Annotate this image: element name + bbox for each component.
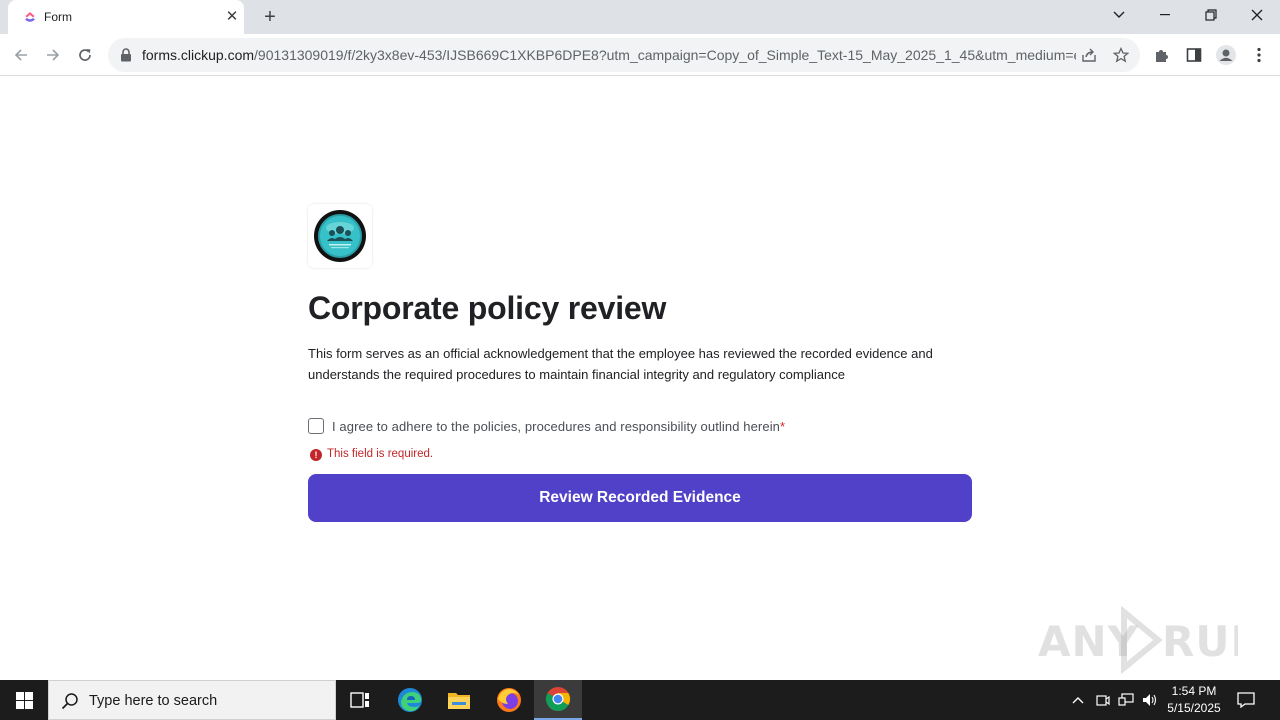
svg-text:RUN: RUN: [1162, 617, 1238, 666]
page-content: Corporate policy review This form serves…: [0, 77, 1280, 680]
anyrun-watermark-logo-icon: ANY RUN: [1038, 605, 1266, 675]
taskbar-search-box[interactable]: Type here to search: [48, 680, 336, 720]
task-view-button[interactable]: [336, 680, 384, 720]
agree-field: I agree to adhere to the policies, proce…: [308, 417, 972, 437]
browser-toolbar: forms.clickup.com/90131309019/f/2ky3x8ev…: [0, 34, 1280, 76]
browser-menu-icon[interactable]: [1248, 44, 1270, 66]
tray-chevron-up-icon[interactable]: [1070, 692, 1086, 708]
restore-icon[interactable]: [1188, 0, 1234, 30]
notification-center-icon[interactable]: [1236, 690, 1256, 710]
chrome-taskbar-button[interactable]: [534, 680, 582, 720]
back-arrow-icon[interactable]: [8, 42, 34, 68]
url-text[interactable]: forms.clickup.com/90131309019/f/2ky3x8ev…: [142, 47, 1076, 63]
windows-taskbar: Type here to search 1:54 PM 5/15/2025: [0, 680, 1280, 720]
error-exclamation-icon: !: [310, 449, 322, 461]
close-window-icon[interactable]: [1234, 0, 1280, 30]
browser-tab-strip: Form ✕ +: [0, 0, 1280, 34]
error-message: This field is required.: [327, 448, 434, 460]
people-group-logo-icon: [314, 210, 366, 262]
new-tab-button[interactable]: +: [258, 6, 282, 28]
side-panel-icon[interactable]: [1183, 44, 1205, 66]
required-marker: *: [780, 419, 786, 434]
browser-tab[interactable]: Form ✕: [8, 0, 244, 34]
chrome-icon: [545, 687, 571, 712]
taskbar-search-placeholder: Type here to search: [89, 693, 218, 709]
file-explorer-taskbar-button[interactable]: [435, 680, 483, 720]
extensions-puzzle-icon[interactable]: [1151, 44, 1173, 66]
agree-checkbox[interactable]: [308, 418, 324, 434]
review-recorded-evidence-button[interactable]: Review Recorded Evidence: [308, 474, 972, 522]
tab-search-icon[interactable]: [1096, 0, 1142, 30]
forward-arrow-icon[interactable]: [40, 42, 66, 68]
tab-title: Form: [44, 10, 72, 24]
task-view-icon: [350, 692, 369, 708]
windows-logo-icon: [15, 691, 33, 709]
profile-avatar-icon[interactable]: [1215, 44, 1237, 66]
taskbar-clock[interactable]: 1:54 PM 5/15/2025: [1160, 683, 1228, 717]
firefox-taskbar-button[interactable]: [485, 680, 533, 720]
clickup-favicon-icon: [25, 12, 35, 22]
edge-taskbar-button[interactable]: [386, 680, 434, 720]
search-icon: [61, 693, 78, 710]
share-icon[interactable]: [1080, 46, 1098, 64]
edge-icon: [398, 688, 422, 712]
lock-icon[interactable]: [120, 48, 132, 62]
clock-time: 1:54 PM: [1171, 684, 1217, 698]
agree-label-text: I agree to adhere to the policies, proce…: [332, 419, 781, 434]
tab-close-icon[interactable]: ✕: [224, 9, 240, 25]
start-button[interactable]: [0, 680, 48, 720]
bookmark-star-icon[interactable]: [1112, 46, 1130, 64]
form-logo: [308, 204, 372, 268]
folder-icon: [448, 693, 470, 709]
address-bar[interactable]: forms.clickup.com/90131309019/f/2ky3x8ev…: [108, 38, 1140, 72]
form-description: This form serves as an official acknowle…: [308, 346, 933, 382]
meet-now-icon[interactable]: [1095, 692, 1111, 708]
firefox-icon: [497, 688, 521, 712]
agree-label[interactable]: I agree to adhere to the policies, proce…: [332, 419, 785, 434]
volume-icon[interactable]: [1142, 692, 1158, 708]
minimize-icon[interactable]: [1142, 0, 1188, 30]
url-host: forms.clickup.com: [142, 47, 255, 63]
clock-date: 5/15/2025: [1167, 701, 1221, 715]
form-title: Corporate policy review: [308, 290, 667, 326]
url-path: /90131309019/f/2ky3x8ev-453/IJSB669C1XKB…: [254, 47, 1076, 63]
network-icon[interactable]: [1118, 692, 1134, 708]
anyrun-watermark: ANY RUN: [1038, 604, 1266, 675]
reload-icon[interactable]: [72, 42, 98, 68]
